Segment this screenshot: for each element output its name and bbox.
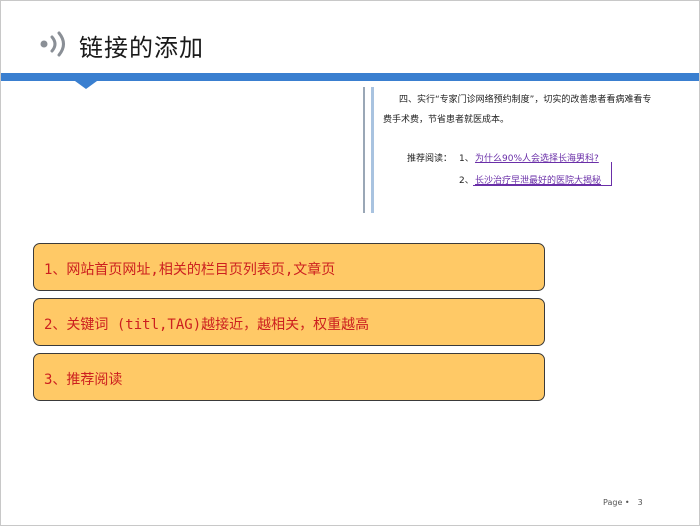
document-paragraph-line: 四、实行“专家门诊网络预约制度”，切实的改善患者看病难看专	[399, 95, 652, 105]
bullet-box: 1、网站首页网址,相关的栏目页列表页,文章页	[33, 243, 545, 291]
embedded-document-screenshot: 四、实行“专家门诊网络预约制度”，切实的改善患者看病难看专 费手术费，节省患者就…	[363, 87, 699, 213]
signal-broadcast-icon	[40, 31, 65, 57]
bullet-text: 1、网站首页网址,相关的栏目页列表页,文章页	[44, 262, 336, 278]
recommend-link-number: 1、	[459, 154, 474, 164]
slide: 链接的添加 四、实行“专家门诊网络预约制度”，切实的改善患者看病难看专 费手术费…	[0, 0, 700, 526]
recommend-link[interactable]: 长沙治疗早泄最好的医院大揭秘	[475, 173, 601, 186]
bullet-box: 3、推荐阅读	[33, 353, 545, 401]
bullet-text: 3、推荐阅读	[44, 372, 123, 388]
page-number: 3	[637, 498, 643, 507]
recommend-reading-label: 推荐阅读：	[407, 154, 453, 164]
recommend-link-number: 2、	[459, 176, 474, 186]
header-divider-bar	[1, 73, 699, 81]
page-footer: Page • 3	[603, 498, 643, 507]
document-margin-rule	[371, 87, 374, 213]
document-paragraph-line: 费手术费，节省患者就医成本。	[383, 115, 510, 125]
header-pointer	[75, 81, 97, 89]
page-label: Page •	[603, 498, 630, 507]
bullet-text: 2、关键词 (titl,TAG)越接近，越相关，权重越高	[44, 317, 370, 333]
slide-title: 链接的添加	[79, 34, 204, 62]
bullet-box: 2、关键词 (titl,TAG)越接近，越相关，权重越高	[33, 298, 545, 346]
document-margin-rule	[363, 87, 365, 213]
